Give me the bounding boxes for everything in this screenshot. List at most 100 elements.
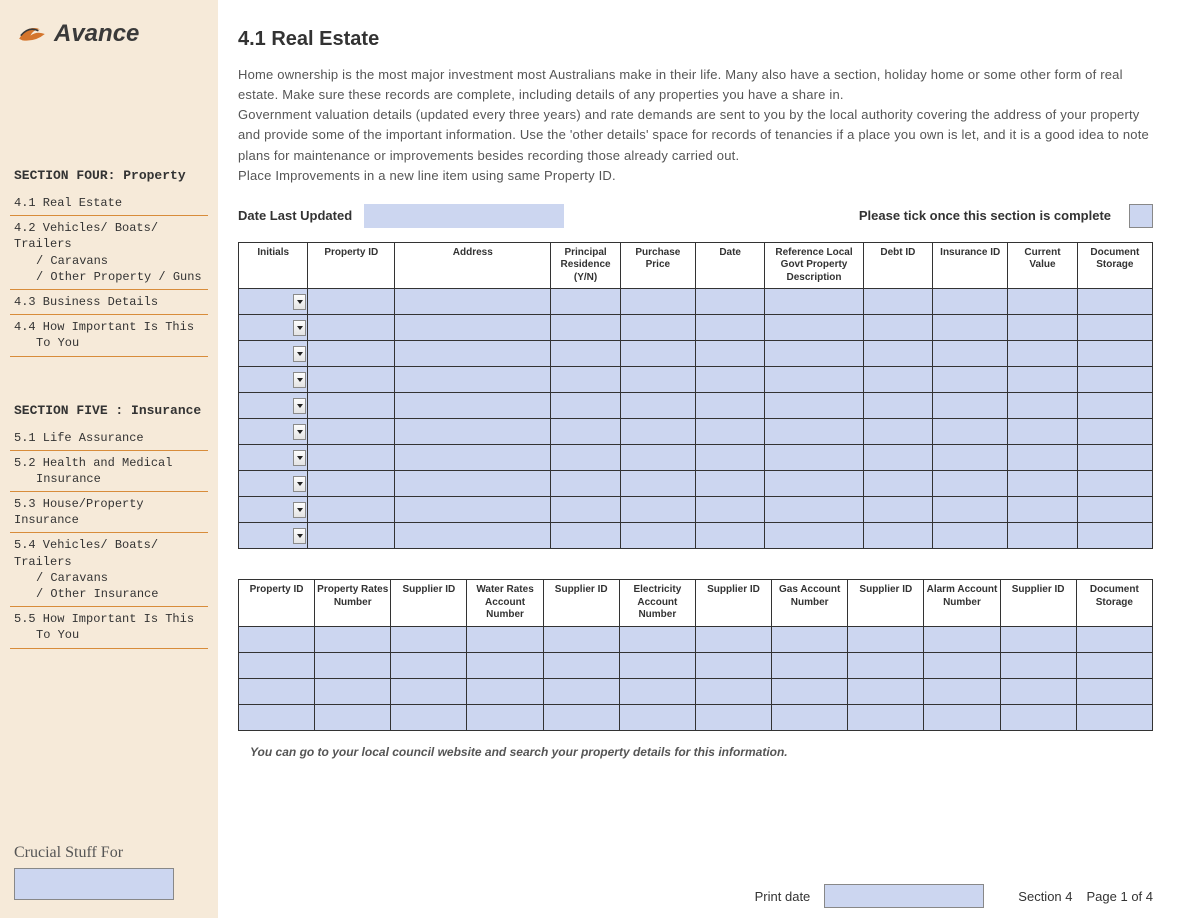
table2-cell[interactable] [543, 678, 619, 704]
table1-cell[interactable] [620, 289, 695, 315]
table2-cell[interactable] [1000, 652, 1076, 678]
sidebar-item-s4-3[interactable]: 4.4 How Important Is ThisTo You [10, 315, 208, 356]
table1-cell[interactable] [765, 497, 863, 523]
table1-cell[interactable] [395, 367, 551, 393]
table2-cell[interactable] [1076, 678, 1152, 704]
table2-cell[interactable] [619, 704, 695, 730]
table1-cell[interactable] [239, 471, 308, 497]
table1-cell[interactable] [1077, 315, 1152, 341]
table1-cell[interactable] [695, 367, 764, 393]
initials-dropdown[interactable] [293, 294, 306, 310]
print-date-input[interactable] [824, 884, 984, 908]
table1-cell[interactable] [239, 289, 308, 315]
table2-cell[interactable] [619, 678, 695, 704]
table1-cell[interactable] [933, 393, 1008, 419]
table2-cell[interactable] [772, 626, 848, 652]
table1-cell[interactable] [863, 471, 932, 497]
table1-cell[interactable] [695, 289, 764, 315]
table1-cell[interactable] [863, 523, 932, 549]
table1-cell[interactable] [620, 497, 695, 523]
table2-cell[interactable] [772, 652, 848, 678]
table1-cell[interactable] [933, 289, 1008, 315]
table2-cell[interactable] [315, 626, 391, 652]
table1-cell[interactable] [395, 341, 551, 367]
table1-cell[interactable] [239, 315, 308, 341]
crucial-stuff-input[interactable] [14, 868, 174, 900]
table2-cell[interactable] [619, 626, 695, 652]
table1-cell[interactable] [863, 419, 932, 445]
table2-cell[interactable] [848, 704, 924, 730]
table1-cell[interactable] [1077, 341, 1152, 367]
table1-cell[interactable] [239, 497, 308, 523]
sidebar-item-s5-3[interactable]: 5.4 Vehicles/ Boats/ Trailers/ Caravans/… [10, 533, 208, 607]
initials-dropdown[interactable] [293, 528, 306, 544]
table1-cell[interactable] [239, 341, 308, 367]
table1-cell[interactable] [765, 289, 863, 315]
table1-cell[interactable] [620, 523, 695, 549]
table1-cell[interactable] [395, 497, 551, 523]
table1-cell[interactable] [308, 315, 395, 341]
table2-cell[interactable] [1000, 704, 1076, 730]
table1-cell[interactable] [1077, 445, 1152, 471]
table1-cell[interactable] [933, 497, 1008, 523]
table2-cell[interactable] [543, 652, 619, 678]
table1-cell[interactable] [1008, 445, 1077, 471]
table1-cell[interactable] [239, 367, 308, 393]
table1-cell[interactable] [933, 367, 1008, 393]
table1-cell[interactable] [863, 289, 932, 315]
table2-cell[interactable] [924, 626, 1000, 652]
table1-cell[interactable] [620, 419, 695, 445]
table2-cell[interactable] [467, 626, 543, 652]
table2-cell[interactable] [467, 652, 543, 678]
table1-cell[interactable] [395, 471, 551, 497]
table2-cell[interactable] [695, 652, 771, 678]
table1-cell[interactable] [695, 419, 764, 445]
initials-dropdown[interactable] [293, 502, 306, 518]
table1-cell[interactable] [1077, 497, 1152, 523]
table1-cell[interactable] [308, 367, 395, 393]
table2-cell[interactable] [1076, 652, 1152, 678]
initials-dropdown[interactable] [293, 398, 306, 414]
table1-cell[interactable] [933, 419, 1008, 445]
table1-cell[interactable] [620, 445, 695, 471]
table1-cell[interactable] [551, 367, 620, 393]
table2-cell[interactable] [848, 652, 924, 678]
table1-cell[interactable] [933, 445, 1008, 471]
table2-cell[interactable] [391, 704, 467, 730]
table2-cell[interactable] [391, 678, 467, 704]
table1-cell[interactable] [1008, 523, 1077, 549]
sidebar-item-s4-1[interactable]: 4.2 Vehicles/ Boats/ Trailers/ Caravans/… [10, 216, 208, 290]
table1-cell[interactable] [551, 315, 620, 341]
table1-cell[interactable] [551, 445, 620, 471]
table1-cell[interactable] [933, 471, 1008, 497]
table2-cell[interactable] [239, 678, 315, 704]
table2-cell[interactable] [1000, 626, 1076, 652]
table1-cell[interactable] [1077, 523, 1152, 549]
table1-cell[interactable] [1008, 367, 1077, 393]
table1-cell[interactable] [695, 471, 764, 497]
table1-cell[interactable] [239, 523, 308, 549]
initials-dropdown[interactable] [293, 450, 306, 466]
table2-cell[interactable] [924, 652, 1000, 678]
table1-cell[interactable] [551, 471, 620, 497]
table1-cell[interactable] [395, 393, 551, 419]
initials-dropdown[interactable] [293, 372, 306, 388]
table1-cell[interactable] [308, 497, 395, 523]
table2-cell[interactable] [924, 704, 1000, 730]
initials-dropdown[interactable] [293, 476, 306, 492]
table1-cell[interactable] [551, 393, 620, 419]
date-last-updated-input[interactable] [364, 204, 564, 228]
table1-cell[interactable] [1077, 393, 1152, 419]
table1-cell[interactable] [239, 419, 308, 445]
table1-cell[interactable] [1008, 315, 1077, 341]
table2-cell[interactable] [772, 704, 848, 730]
table1-cell[interactable] [308, 393, 395, 419]
sidebar-item-s5-4[interactable]: 5.5 How Important Is ThisTo You [10, 607, 208, 648]
table1-cell[interactable] [765, 419, 863, 445]
initials-dropdown[interactable] [293, 346, 306, 362]
table1-cell[interactable] [308, 289, 395, 315]
table1-cell[interactable] [1008, 497, 1077, 523]
table2-cell[interactable] [467, 678, 543, 704]
table2-cell[interactable] [619, 652, 695, 678]
table1-cell[interactable] [1008, 341, 1077, 367]
